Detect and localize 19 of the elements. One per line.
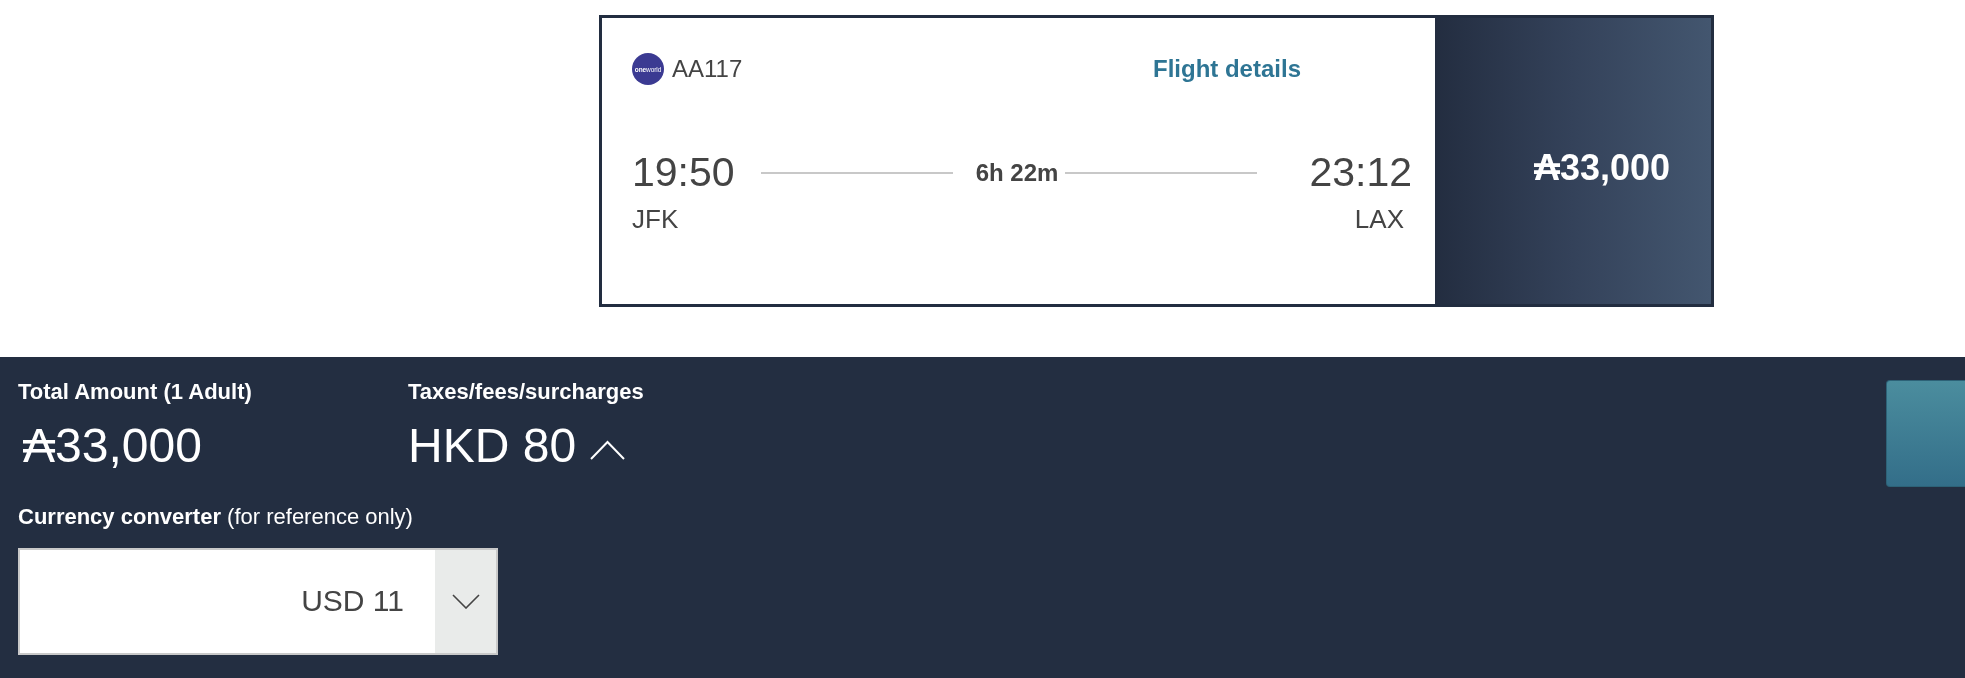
arrival-time: 23:12: [1309, 152, 1412, 193]
total-amount-label: Total Amount (1 Adult): [18, 379, 253, 406]
currency-select[interactable]: USD 11: [18, 547, 498, 655]
departure-time: 19:50: [632, 152, 735, 193]
chevron-down-icon: [451, 593, 480, 609]
currency-converter-label: Currency converter (for reference only): [18, 504, 414, 531]
flight-details-link[interactable]: Flight details: [1153, 55, 1301, 83]
flight-number: AA117: [672, 55, 743, 83]
taxes-amount: HKD 80: [408, 420, 577, 474]
chevron-up-icon[interactable]: [590, 439, 626, 460]
action-button[interactable]: [1886, 380, 1965, 487]
fare-price: ₳33,000: [1533, 147, 1671, 189]
flight-duration: 6h 22m: [975, 158, 1059, 187]
arrival-airport: LAX: [1354, 206, 1405, 232]
departure-airport: JFK: [632, 206, 679, 232]
dropdown-toggle[interactable]: [435, 549, 496, 653]
price-panel[interactable]: ₳33,000: [1435, 18, 1711, 304]
total-amount: ₳33,000: [23, 420, 203, 474]
taxes-label: Taxes/fees/surcharges: [408, 379, 644, 406]
